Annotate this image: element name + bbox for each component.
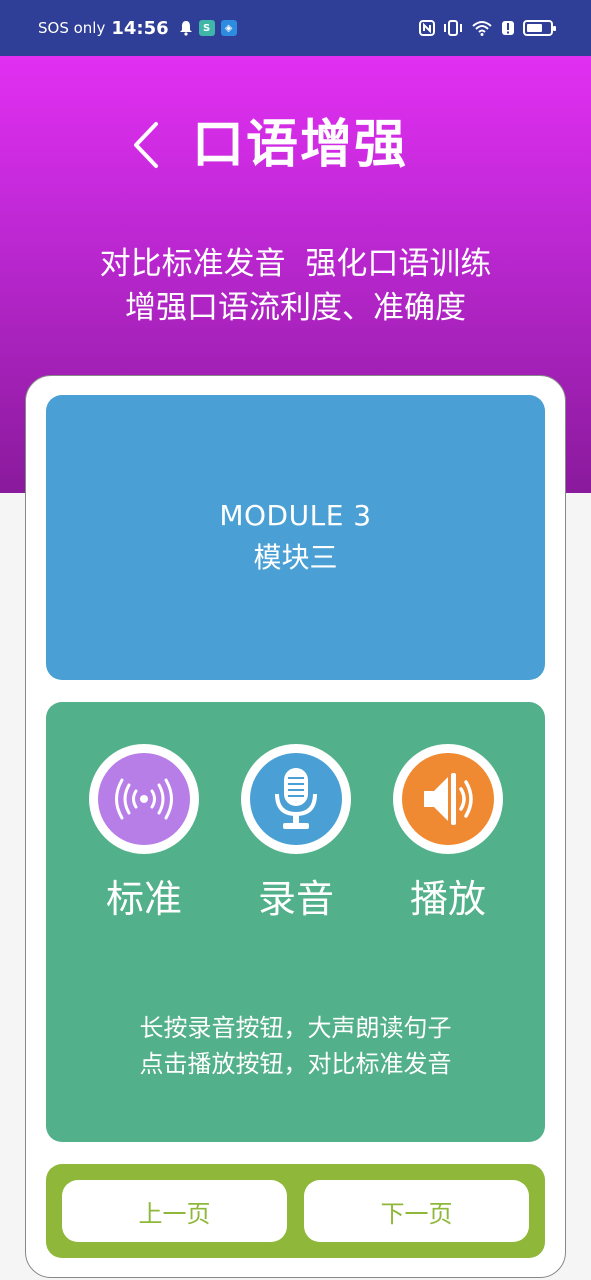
status-left: SOS only 14:56 S ◈ [38, 18, 237, 39]
play-circle [393, 744, 503, 854]
subtitle-line-1: 对比标准发音 强化口语训练 [99, 246, 492, 282]
broadcast-icon [115, 778, 173, 820]
chevron-left-icon [134, 122, 158, 168]
instruction-line-2: 点击播放按钮，对比标准发音 [139, 1050, 452, 1078]
back-button[interactable] [126, 118, 166, 172]
standard-label: 标准 [105, 877, 182, 921]
clock: 14:56 [111, 17, 169, 39]
wifi-icon [471, 20, 493, 36]
vibrate-icon [443, 20, 463, 36]
standard-circle [89, 744, 199, 854]
alert-icon [501, 20, 515, 36]
battery-icon [523, 20, 556, 36]
app-icon-green: S [198, 20, 215, 36]
status-right [419, 20, 556, 36]
standard-button[interactable]: 标准 [88, 744, 200, 923]
record-circle [241, 744, 351, 854]
record-inner [250, 753, 342, 845]
bell-icon [179, 20, 193, 36]
status-bar: SOS only 14:56 S ◈ [0, 0, 591, 56]
carrier-text: SOS only [38, 19, 106, 37]
prev-page-button[interactable]: 上一页 [62, 1180, 287, 1242]
record-button[interactable]: 录音 [240, 744, 352, 923]
standard-inner [98, 753, 190, 845]
speaker-icon [424, 773, 473, 825]
microphone-icon [275, 768, 317, 829]
battery-level [527, 24, 543, 32]
module-panel: MODULE 3 模块三 [46, 395, 545, 680]
play-button[interactable]: 播放 [392, 744, 504, 923]
next-page-button[interactable]: 下一页 [304, 1180, 529, 1242]
instruction-line-1: 长按录音按钮，大声朗读句子 [139, 1014, 452, 1042]
page-title: 口语增强 [192, 115, 409, 175]
header-subtitle: 对比标准发音 强化口语训练 增强口语流利度、准确度 [0, 242, 591, 330]
module-title-en: MODULE 3 [219, 499, 372, 532]
play-label: 播放 [409, 877, 486, 921]
practice-panel: 标准 录音 播放 长按录音按钮，大声朗读句子 点击播放按钮，对比标准发音 [46, 702, 545, 1142]
record-label: 录音 [257, 877, 334, 921]
navigation-panel: 上一页 下一页 [46, 1164, 545, 1258]
app-icon-shield: ◈ [220, 20, 237, 36]
module-title-zh: 模块三 [253, 541, 338, 574]
nfc-icon [419, 20, 435, 36]
instructions: 长按录音按钮，大声朗读句子 点击播放按钮，对比标准发音 [46, 1010, 545, 1082]
subtitle-line-2: 增强口语流利度、准确度 [125, 290, 466, 326]
play-inner [402, 753, 494, 845]
